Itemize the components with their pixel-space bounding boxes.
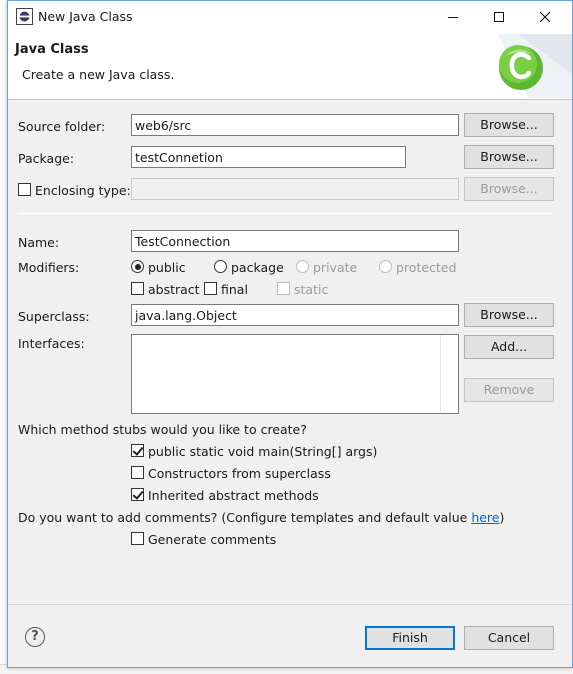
title-bar: New Java Class xyxy=(8,1,572,32)
superclass-label: Superclass: xyxy=(18,309,90,324)
interfaces-list[interactable] xyxy=(131,334,459,414)
interfaces-label: Interfaces: xyxy=(18,336,85,351)
modifier-package-label: package xyxy=(231,260,284,275)
package-label: Package: xyxy=(18,151,75,166)
name-label: Name: xyxy=(18,235,60,250)
modifier-protected-label: protected xyxy=(396,260,457,275)
inherited-abstract-checkbox[interactable] xyxy=(131,488,144,501)
source-folder-label: Source folder: xyxy=(18,119,106,134)
source-folder-browse-button[interactable]: Browse... xyxy=(464,113,554,137)
minimize-button[interactable] xyxy=(430,1,476,32)
abstract-checkbox[interactable] xyxy=(131,282,144,295)
minimize-icon xyxy=(448,16,458,18)
modifier-public-radio[interactable] xyxy=(131,260,144,273)
separator xyxy=(18,213,554,214)
wizard-title: Java Class xyxy=(15,42,89,57)
superclass-browse-button[interactable]: Browse... xyxy=(464,303,554,327)
enclosing-type-checkbox[interactable] xyxy=(18,183,31,196)
generate-comments-label: Generate comments xyxy=(148,532,277,547)
modifier-private-label: private xyxy=(313,260,358,275)
help-button[interactable]: ? xyxy=(25,627,45,647)
main-method-checkbox[interactable] xyxy=(131,444,144,457)
abstract-label: abstract xyxy=(148,282,200,297)
class-name-input[interactable]: TestConnection xyxy=(131,230,459,252)
method-stubs-question: Which method stubs would you like to cre… xyxy=(18,422,307,437)
package-browse-button[interactable]: Browse... xyxy=(464,145,554,169)
footer-separator xyxy=(8,604,572,605)
interfaces-list-scrollbar[interactable] xyxy=(440,335,458,413)
enclosing-type-input xyxy=(131,178,459,200)
comments-question-text: Do you want to add comments? (Configure … xyxy=(18,510,472,525)
remove-interface-button: Remove xyxy=(464,378,554,402)
comments-question: Do you want to add comments? (Configure … xyxy=(18,510,504,525)
final-checkbox[interactable] xyxy=(204,282,217,295)
new-java-class-dialog: New Java Class Java Class Create a new J… xyxy=(7,0,573,668)
static-label: static xyxy=(294,282,329,297)
superclass-input[interactable]: java.lang.Object xyxy=(131,304,459,326)
modifier-public-label: public xyxy=(148,260,186,275)
finish-button[interactable]: Finish xyxy=(365,626,455,650)
package-input[interactable]: testConnetion xyxy=(131,146,406,168)
enclosing-type-browse-button: Browse... xyxy=(464,177,554,201)
wizard-description: Create a new Java class. xyxy=(22,67,175,82)
close-button[interactable] xyxy=(522,1,568,32)
generate-comments-checkbox[interactable] xyxy=(131,532,144,545)
main-method-label: public static void main(String[] args) xyxy=(148,444,378,459)
constructors-checkbox[interactable] xyxy=(131,466,144,479)
enclosing-type-label: Enclosing type: xyxy=(35,183,131,198)
modifier-package-radio[interactable] xyxy=(214,260,227,273)
close-icon xyxy=(539,11,551,22)
wizard-banner: Java Class Create a new Java class. xyxy=(8,32,572,100)
modifier-protected-radio xyxy=(379,260,392,273)
modifiers-label: Modifiers: xyxy=(18,260,80,275)
source-folder-input[interactable]: web6/src xyxy=(131,114,459,136)
static-checkbox xyxy=(277,282,290,295)
inherited-abstract-label: Inherited abstract methods xyxy=(148,488,319,503)
maximize-icon xyxy=(494,11,504,22)
final-label: final xyxy=(221,282,248,297)
java-class-logo-icon xyxy=(498,34,572,98)
add-interface-button[interactable]: Add... xyxy=(464,335,554,359)
eclipse-app-icon xyxy=(16,8,33,25)
maximize-button[interactable] xyxy=(476,1,522,32)
modifier-private-radio xyxy=(296,260,309,273)
cancel-button[interactable]: Cancel xyxy=(464,626,554,650)
help-icon: ? xyxy=(31,629,39,644)
comments-question-suffix: ) xyxy=(499,510,505,525)
window-title: New Java Class xyxy=(38,9,133,24)
constructors-label: Constructors from superclass xyxy=(148,466,331,481)
configure-templates-link[interactable]: here xyxy=(471,510,499,525)
